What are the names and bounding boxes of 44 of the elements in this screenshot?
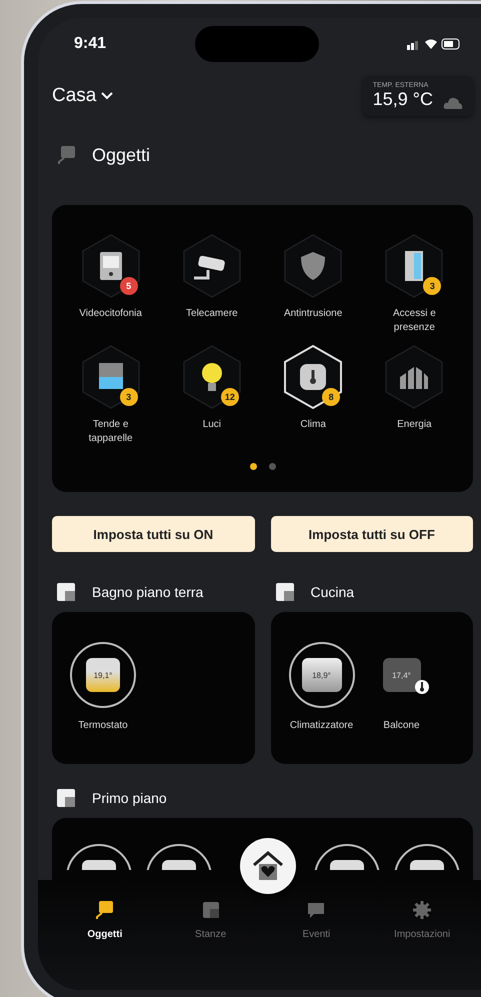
category-label: Tende e tapparelle xyxy=(88,418,134,445)
category-label: Energia xyxy=(397,418,432,432)
home-selector[interactable]: Casa xyxy=(52,85,114,107)
room-name: Bagno piano terra xyxy=(92,584,204,600)
category-tile[interactable]: 5 Videocitofonia xyxy=(60,233,162,334)
category-label: Telecamere xyxy=(186,307,238,320)
home-heart-icon xyxy=(251,850,285,882)
status-time: 9:41 xyxy=(74,35,106,53)
room-icon xyxy=(56,788,76,808)
tab[interactable]: Eventi xyxy=(264,898,370,948)
device-button[interactable]: 17,4° Balcone xyxy=(368,642,434,764)
page-dot[interactable] xyxy=(250,463,256,470)
category-tile[interactable]: 12 Luci xyxy=(161,344,262,445)
section-title: Oggetti xyxy=(92,144,150,166)
set-all-button[interactable]: Imposta tutti su ON xyxy=(52,516,254,552)
device-reading: 19,1° xyxy=(86,658,120,692)
status-icons xyxy=(407,38,461,50)
room-name: Cucina xyxy=(310,584,354,600)
chevron-down-icon xyxy=(100,91,114,101)
category-label: Videocitofonia xyxy=(79,307,142,320)
category-tile[interactable]: Energia xyxy=(364,344,465,445)
category-tile[interactable]: 3 Accessi e presenze xyxy=(364,233,465,334)
page-dot[interactable] xyxy=(268,463,276,470)
category-tile[interactable]: 3 Tende e tapparelle xyxy=(60,344,162,445)
tab[interactable]: Impostazioni xyxy=(369,898,475,948)
category-label: Accessi e presenze xyxy=(392,307,437,334)
device-reading: 17,4° xyxy=(382,658,420,692)
set-all-button[interactable]: Imposta tutti su OFF xyxy=(270,516,473,552)
hexagon-frame xyxy=(180,233,243,299)
room-name: Primo piano xyxy=(92,790,167,806)
tab[interactable]: Stanze xyxy=(158,898,264,948)
temperature-value: 15,9 °C xyxy=(372,89,433,110)
category-tile[interactable]: Antintrusione xyxy=(262,233,364,334)
thermometer-icon xyxy=(414,680,428,694)
category-label: Clima xyxy=(300,418,326,432)
settings-icon xyxy=(411,899,434,921)
device-reading: 18,9° xyxy=(302,658,342,692)
room-icon xyxy=(274,582,294,602)
category-label: Luci xyxy=(202,418,222,432)
category-tile[interactable]: 8 Clima xyxy=(262,344,364,445)
category-tile[interactable]: Telecamere xyxy=(161,233,262,334)
tab[interactable]: Oggetti xyxy=(52,898,158,948)
category-label: Antintrusione xyxy=(284,307,342,320)
room-icon xyxy=(56,582,76,602)
